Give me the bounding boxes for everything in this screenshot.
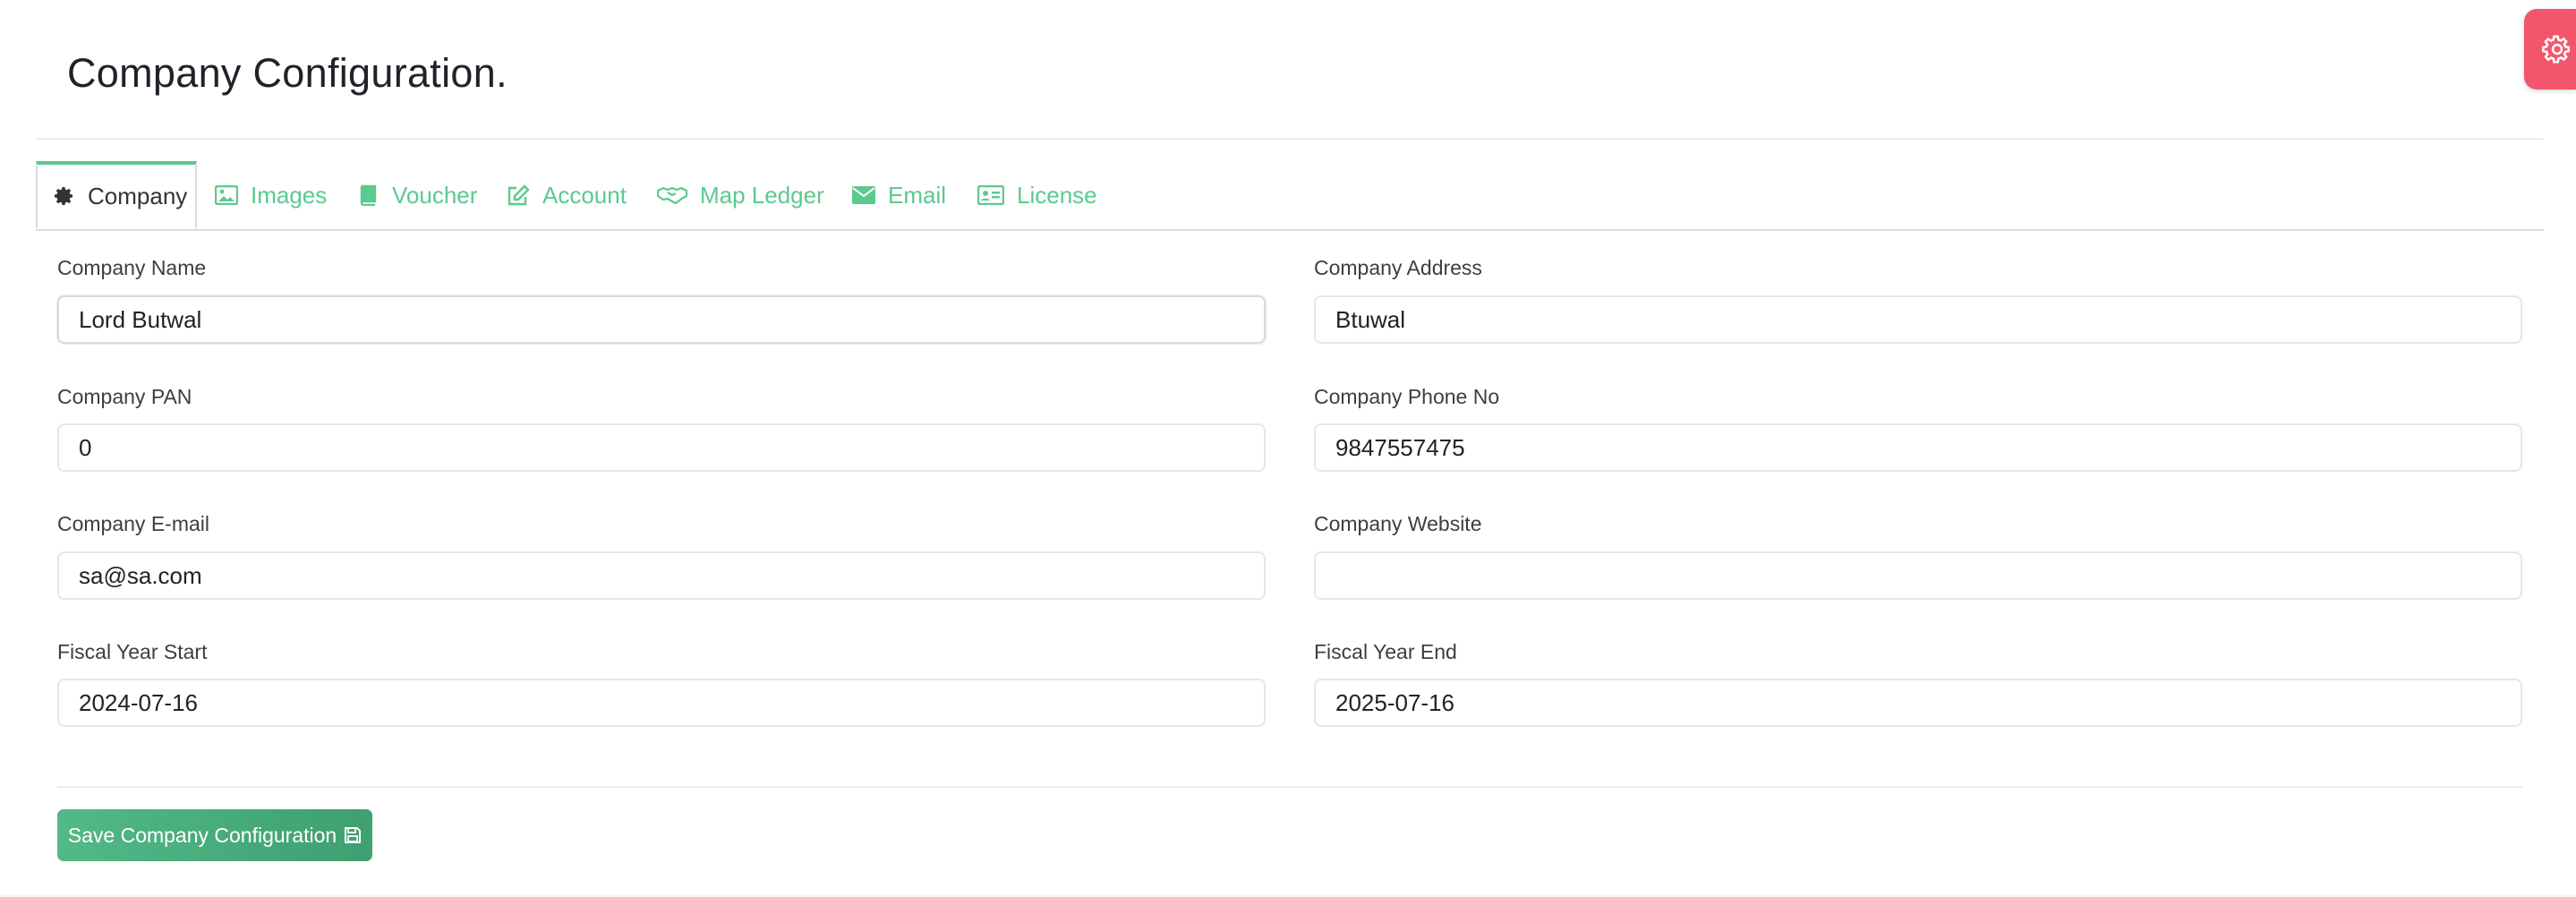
handshake-icon [657, 184, 687, 207]
id-card-icon [977, 184, 1004, 207]
fiscal-end-input[interactable] [1314, 679, 2522, 727]
tab-company[interactable]: Company [36, 161, 197, 229]
tab-label: Account [542, 181, 627, 209]
company-pan-input[interactable] [57, 423, 1266, 472]
company-pan-label: Company PAN [57, 385, 192, 408]
tab-voucher[interactable]: Voucher [356, 161, 477, 229]
image-icon [215, 184, 238, 207]
tab-label: Email [888, 181, 947, 209]
tab-label: Map Ledger [700, 181, 824, 209]
floppy-disk-icon [344, 826, 362, 844]
company-phone-label: Company Phone No [1314, 385, 1500, 408]
company-email-input[interactable] [57, 551, 1266, 600]
company-email-label: Company E-mail [57, 512, 209, 535]
gear-icon [54, 184, 75, 208]
company-phone-input[interactable] [1314, 423, 2522, 472]
gear-icon [2542, 34, 2572, 64]
form-divider [57, 786, 2522, 788]
tab-bar: Company Images Voucher Account Map Ledge [36, 161, 2544, 231]
save-button-label: Save Company Configuration [67, 823, 337, 847]
company-website-input[interactable] [1314, 551, 2522, 600]
tab-label: License [1017, 181, 1097, 209]
header-divider [36, 138, 2544, 140]
tab-email[interactable]: Email [852, 161, 946, 229]
tab-map-ledger[interactable]: Map Ledger [657, 161, 824, 229]
tab-license[interactable]: License [977, 161, 1097, 229]
tab-images[interactable]: Images [215, 161, 327, 229]
tab-label: Company [88, 182, 188, 209]
company-name-label: Company Name [57, 256, 207, 279]
tab-label: Voucher [392, 181, 478, 209]
save-company-configuration-button[interactable]: Save Company Configuration [57, 809, 372, 861]
fiscal-start-input[interactable] [57, 679, 1266, 727]
edit-icon [507, 184, 530, 207]
fiscal-start-label: Fiscal Year Start [57, 640, 208, 663]
envelope-icon [852, 184, 875, 207]
tab-account[interactable]: Account [507, 161, 627, 229]
fiscal-end-label: Fiscal Year End [1314, 640, 1457, 663]
company-address-label: Company Address [1314, 256, 1482, 279]
page-title: Company Configuration. [67, 50, 508, 96]
book-icon [356, 184, 380, 207]
company-website-label: Company Website [1314, 512, 1482, 535]
tab-label: Images [251, 181, 328, 209]
company-name-input[interactable] [57, 295, 1266, 344]
company-address-input[interactable] [1314, 295, 2522, 344]
config-card: Company Configuration. Company Images Vo… [0, 0, 2576, 895]
settings-fab[interactable] [2524, 9, 2576, 90]
